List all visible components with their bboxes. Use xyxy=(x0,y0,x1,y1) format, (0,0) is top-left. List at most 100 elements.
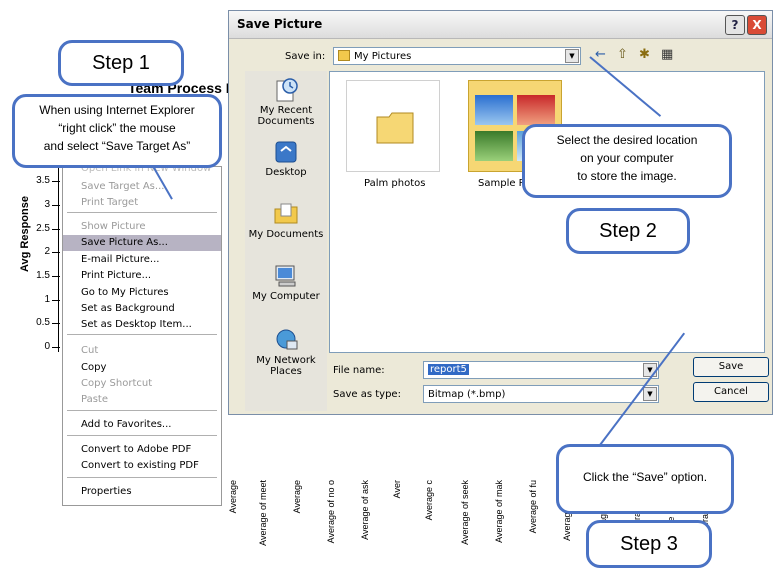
menu-item-print-target[interactable]: Print Target xyxy=(63,195,221,211)
context-menu: Open Link in New Window Save Target As...… xyxy=(62,166,222,506)
menu-separator xyxy=(67,477,217,478)
y-tick-mark xyxy=(52,300,60,301)
file-name-input[interactable]: report5 ▼ xyxy=(423,361,659,379)
y-tick-label: 1.5 xyxy=(36,270,50,281)
cancel-button[interactable]: Cancel xyxy=(693,382,769,402)
help-button[interactable]: ? xyxy=(725,15,745,35)
menu-item-properties[interactable]: Properties xyxy=(63,484,221,500)
step1-note-line: When using Internet Explorer xyxy=(39,103,195,117)
close-button[interactable]: X xyxy=(747,15,767,35)
menu-item-save-picture-as[interactable]: Save Picture As... xyxy=(63,235,221,251)
menu-item-convert-to-existing-pdf[interactable]: Convert to existing PDF xyxy=(63,458,221,474)
place-label: My Network Places xyxy=(256,355,316,377)
chevron-down-icon[interactable]: ▼ xyxy=(565,49,579,63)
menu-separator xyxy=(67,334,217,335)
y-tick-label: 1 xyxy=(44,294,50,305)
step3-note: Click the “Save” option. xyxy=(556,444,734,514)
place-network-places[interactable]: My Network Places xyxy=(245,327,327,377)
y-tick-label: 3 xyxy=(44,199,50,210)
x-tick-label: Average of meet xyxy=(258,480,268,546)
x-tick-label: Average xyxy=(228,480,238,514)
my-documents-icon xyxy=(274,203,298,224)
menu-item-cut[interactable]: Cut xyxy=(63,343,221,359)
y-tick-mark xyxy=(52,205,60,206)
x-tick-label: Aver xyxy=(392,480,402,499)
desktop-icon xyxy=(275,141,297,163)
save-button[interactable]: Save xyxy=(693,357,769,377)
places-bar: My Recent Documents Desktop My Documents xyxy=(245,71,327,411)
recent-documents-icon xyxy=(276,78,298,102)
step3-callout: Step 3 xyxy=(586,520,712,568)
y-tick-label: 3.5 xyxy=(36,175,50,186)
thumbnail-image xyxy=(475,131,513,161)
my-computer-icon xyxy=(275,265,296,287)
file-name-label: File name: xyxy=(333,365,385,376)
menu-item-save-target-as[interactable]: Save Target As... xyxy=(63,179,221,195)
y-tick-mark xyxy=(52,229,60,230)
menu-item-add-to-favorites[interactable]: Add to Favorites... xyxy=(63,417,221,433)
place-my-computer[interactable]: My Computer xyxy=(245,263,327,302)
y-tick-label: 0 xyxy=(44,341,50,352)
y-tick-label: 2.5 xyxy=(36,223,50,234)
thumbnail-image xyxy=(475,95,513,125)
save-in-value: My Pictures xyxy=(354,51,412,62)
menu-separator xyxy=(67,435,217,436)
x-tick-label: Average of mak xyxy=(494,480,504,543)
menu-item-paste[interactable]: Paste xyxy=(63,392,221,408)
place-recent-documents[interactable]: My Recent Documents xyxy=(245,77,327,127)
x-tick-label: Average of no o xyxy=(326,480,336,544)
file-name-value: report5 xyxy=(428,364,469,375)
new-folder-icon[interactable]: ✱ xyxy=(639,47,650,62)
save-as-type-dropdown[interactable]: Bitmap (*.bmp) ▼ xyxy=(423,385,659,403)
x-tick-label: Average of fu xyxy=(528,480,538,534)
place-my-documents[interactable]: My Documents xyxy=(245,201,327,240)
step1-note-line: “right click” the mouse xyxy=(58,121,176,135)
up-folder-icon[interactable]: ⇧ xyxy=(617,47,628,62)
place-desktop[interactable]: Desktop xyxy=(245,139,327,178)
menu-separator xyxy=(67,410,217,411)
y-tick-mark xyxy=(52,181,60,182)
y-tick-label: 0.5 xyxy=(36,317,50,328)
y-tick-mark xyxy=(52,323,60,324)
menu-item-show-picture[interactable]: Show Picture xyxy=(63,219,221,235)
file-label: Palm photos xyxy=(364,178,426,189)
menu-item-go-to-my-pictures[interactable]: Go to My Pictures xyxy=(63,285,221,301)
menu-item-copy[interactable]: Copy xyxy=(63,360,221,376)
save-in-label: Save in: xyxy=(285,51,326,62)
save-as-type-value: Bitmap (*.bmp) xyxy=(428,389,506,400)
back-arrow-icon[interactable]: ← xyxy=(595,47,606,62)
y-tick-mark xyxy=(52,252,60,253)
menu-item-set-as-background[interactable]: Set as Background xyxy=(63,301,221,317)
step1-callout: Step 1 xyxy=(58,40,184,86)
place-label: My Documents xyxy=(248,229,324,240)
network-places-icon xyxy=(276,329,298,350)
place-label: Desktop xyxy=(265,167,307,178)
step2-note-line: Select the desired location xyxy=(556,133,698,147)
step1-note: When using Internet Explorer “right clic… xyxy=(12,94,222,168)
step2-note-line: on your computer xyxy=(580,151,674,165)
y-tick-mark xyxy=(52,347,60,348)
screenshot-stage: Team Process E Avg Response 3.5 3 2.5 2 1.5 1… xyxy=(0,0,775,581)
file-item-palm-photos[interactable] xyxy=(346,80,440,172)
dialog-title: Save Picture xyxy=(237,17,323,31)
menu-item-open-link-in-new-window[interactable]: Open Link in New Window xyxy=(63,167,221,177)
save-picture-dialog: Save Picture ? X Save in: My Pictures ▼ … xyxy=(228,10,773,415)
chevron-down-icon[interactable]: ▼ xyxy=(643,387,657,401)
x-tick-label: Average of ask xyxy=(360,480,370,540)
folder-icon xyxy=(376,112,414,144)
step2-callout: Step 2 xyxy=(566,208,690,254)
x-tick-label: Average c xyxy=(424,480,434,521)
dialog-titlebar[interactable]: Save Picture ? X xyxy=(229,11,772,39)
menu-item-copy-shortcut[interactable]: Copy Shortcut xyxy=(63,376,221,392)
view-menu-icon[interactable]: ▦ xyxy=(661,47,673,62)
x-tick-label: Average of seek xyxy=(460,480,470,545)
folder-icon xyxy=(338,50,350,61)
menu-item-print-picture[interactable]: Print Picture... xyxy=(63,268,221,284)
y-tick-mark xyxy=(52,276,60,277)
menu-item-convert-to-adobe-pdf[interactable]: Convert to Adobe PDF xyxy=(63,442,221,458)
save-in-dropdown[interactable]: My Pictures ▼ xyxy=(333,47,581,65)
menu-item-e-mail-picture[interactable]: E-mail Picture... xyxy=(63,252,221,268)
file-list-area[interactable]: Palm photos Sample Pictures xyxy=(329,71,765,353)
thumbnail-image xyxy=(517,95,555,125)
menu-item-set-as-desktop-item[interactable]: Set as Desktop Item... xyxy=(63,317,221,333)
